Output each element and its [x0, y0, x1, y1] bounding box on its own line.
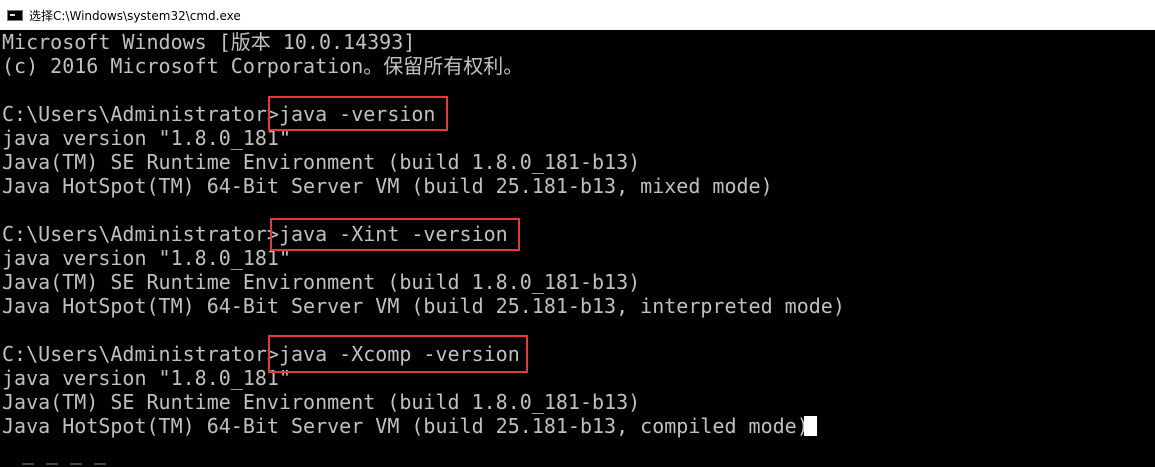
- console-artifact: [70, 463, 82, 465]
- console-output[interactable]: Microsoft Windows [版本 10.0.14393] (c) 20…: [0, 30, 1155, 467]
- console-artifact: [94, 463, 106, 465]
- console-line: Java HotSpot(TM) 64-Bit Server VM (build…: [2, 174, 773, 198]
- console-line: Java HotSpot(TM) 64-Bit Server VM (build…: [2, 294, 845, 318]
- console-line: java version "1.8.0_181": [2, 246, 291, 270]
- console-line: Java(TM) SE Runtime Environment (build 1…: [2, 150, 641, 174]
- title-bar[interactable]: 选择C:\Windows\system32\cmd.exe: [0, 0, 1155, 30]
- console-line: (c) 2016 Microsoft Corporation。保留所有权利。: [2, 54, 524, 78]
- console-line: Microsoft Windows [版本 10.0.14393]: [2, 30, 416, 54]
- window-title: 选择C:\Windows\system32\cmd.exe: [29, 8, 241, 23]
- console-line: Java(TM) SE Runtime Environment (build 1…: [2, 270, 641, 294]
- cmd-console-icon: [7, 9, 23, 21]
- highlight-box-version: [268, 96, 448, 131]
- console-line: Java HotSpot(TM) 64-Bit Server VM (build…: [2, 414, 809, 438]
- console-artifact: [22, 463, 34, 465]
- console-line: java version "1.8.0_181": [2, 366, 291, 390]
- console-artifact: [46, 463, 58, 465]
- console-line: java version "1.8.0_181": [2, 126, 291, 150]
- highlight-box-xcomp: [268, 335, 528, 373]
- text-cursor: [804, 416, 817, 436]
- cmd-window: 选择C:\Windows\system32\cmd.exe Microsoft …: [0, 0, 1155, 467]
- highlight-box-xint: [270, 218, 520, 251]
- console-line: Java(TM) SE Runtime Environment (build 1…: [2, 390, 641, 414]
